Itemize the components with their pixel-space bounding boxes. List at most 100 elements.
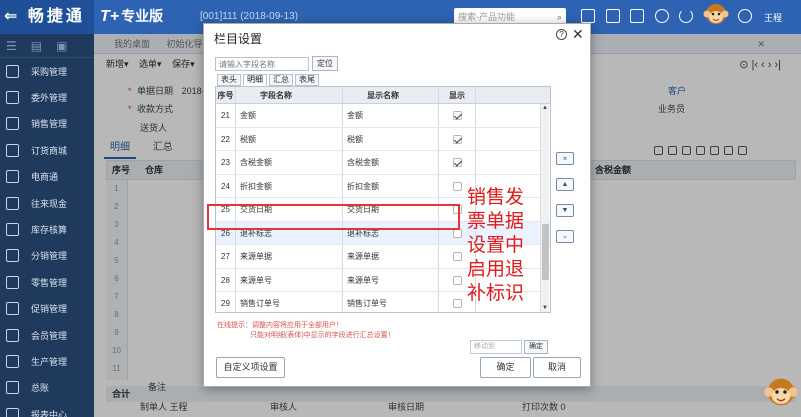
retail-icon: [6, 275, 19, 289]
product-name: T+ 专业版: [100, 6, 163, 26]
avatar[interactable]: [738, 9, 752, 23]
field-name: 销售订单号: [236, 292, 343, 312]
ok-button[interactable]: 确定: [480, 357, 531, 378]
monkey-mascot-icon[interactable]: [703, 2, 729, 32]
field-name: 含税金额: [236, 151, 343, 174]
locate-button[interactable]: 定位: [312, 56, 338, 71]
dialog-tabs: 表头 明细 汇总 表尾: [217, 74, 321, 86]
display-name[interactable]: 税额: [343, 127, 439, 150]
scroll-down-icon[interactable]: ▼: [542, 305, 548, 311]
move-up-button[interactable]: ▲: [556, 178, 574, 191]
window-icon[interactable]: ▣: [56, 39, 67, 53]
display-name[interactable]: 销售订单号: [343, 292, 439, 312]
show-checkbox[interactable]: [452, 275, 462, 285]
sidebar-item[interactable]: 零售管理: [0, 269, 94, 295]
sidebar: ☰ ▤ ▣ 采购管理委外管理销售管理订货商城电商通 往来现金库存核算分销管理零售管…: [0, 34, 94, 417]
display-name[interactable]: 来源单号: [343, 268, 439, 291]
document-icon[interactable]: ▤: [31, 39, 42, 53]
show-checkbox[interactable]: [452, 158, 462, 168]
phone-icon[interactable]: [679, 9, 693, 23]
help-icon[interactable]: ?: [556, 29, 567, 40]
tab-footer[interactable]: 表尾: [295, 74, 319, 86]
sidebar-item[interactable]: 销售管理: [0, 111, 94, 137]
user-name[interactable]: 王程: [764, 11, 782, 24]
sidebar-item[interactable]: 总账: [0, 375, 94, 401]
tab-header[interactable]: 表头: [217, 74, 241, 86]
sidebar-item[interactable]: 分销管理: [0, 243, 94, 269]
display-name[interactable]: 金额: [343, 104, 439, 127]
display-name[interactable]: 含税金额: [343, 151, 439, 174]
sidebar-item[interactable]: 库存核算: [0, 216, 94, 242]
sidebar-item[interactable]: 电商通: [0, 164, 94, 190]
highlight-box: [207, 204, 460, 230]
row-move-buttons: ⌅ ▲ ▼ ⌄: [556, 152, 574, 256]
show-cell: [439, 104, 476, 127]
show-checkbox[interactable]: [452, 299, 462, 309]
sidebar-item-label: 销售管理: [31, 119, 68, 130]
sidebar-item-label: 促销管理: [31, 304, 68, 315]
product-logo: T+: [100, 8, 120, 25]
calculator-icon[interactable]: [581, 9, 595, 23]
sidebar-item-label: 会员管理: [31, 330, 68, 341]
close-icon[interactable]: ✕: [572, 26, 584, 43]
show-checkbox[interactable]: [452, 252, 462, 262]
sidebar-item-label: 订货商城: [31, 145, 68, 156]
sales-icon: [6, 117, 19, 131]
column-settings-dialog: 栏目设置 ? ✕ 定位 表头 明细 汇总 表尾 序号 字段名称 显示名称 显示 …: [203, 23, 591, 387]
ledger-icon: [6, 381, 19, 395]
sidebar-item[interactable]: 促销管理: [0, 296, 94, 322]
move-bottom-button[interactable]: ⌄: [556, 230, 574, 243]
row-number: 21: [216, 104, 236, 127]
col-no-header: 序号: [216, 87, 236, 103]
sidebar-item[interactable]: 订货商城: [0, 137, 94, 163]
member-icon: [6, 328, 19, 342]
brand-name: 畅捷通: [27, 8, 85, 25]
show-checkbox[interactable]: [452, 134, 462, 144]
menu-icon[interactable]: ☰: [6, 39, 17, 53]
product-edition: 专业版: [121, 8, 164, 24]
table-scrollbar[interactable]: ▲ ▼: [540, 104, 549, 312]
scroll-up-icon[interactable]: ▲: [542, 105, 548, 111]
cancel-button[interactable]: 取消: [533, 357, 581, 378]
display-name[interactable]: 来源单据: [343, 245, 439, 268]
show-checkbox[interactable]: [452, 111, 462, 121]
dialog-title: 栏目设置: [214, 32, 263, 46]
sidebar-item-label: 总账: [31, 383, 50, 394]
account-info: [001]111 (2018-09-13): [200, 11, 299, 22]
sidebar-item[interactable]: 往来现金: [0, 190, 94, 216]
sidebar-item[interactable]: 会员管理: [0, 322, 94, 348]
sidebar-item-label: 采购管理: [31, 66, 68, 77]
sidebar-item-label: 报表中心: [31, 409, 68, 417]
move-top-button[interactable]: ⌅: [556, 152, 574, 165]
custom-item-settings-button[interactable]: 自定义项设置: [216, 357, 285, 378]
row-number: 28: [216, 268, 236, 291]
tab-summary[interactable]: 汇总: [269, 74, 293, 86]
sidebar-item[interactable]: 采购管理: [0, 58, 94, 84]
table-row[interactable]: 23 含税金额 含税金额: [216, 151, 550, 175]
monkey-assistant-icon[interactable]: [763, 376, 799, 416]
field-search-input[interactable]: [215, 57, 309, 71]
book-icon[interactable]: [606, 9, 620, 23]
tab-detail[interactable]: 明细: [243, 74, 267, 86]
table-row[interactable]: 22 税额 税额: [216, 127, 550, 151]
move-to-input[interactable]: 移动到: [470, 340, 522, 354]
scrollbar-thumb[interactable]: [542, 224, 549, 280]
move-down-button[interactable]: ▼: [556, 204, 574, 217]
show-checkbox[interactable]: [452, 228, 462, 238]
settings-icon[interactable]: [630, 9, 644, 23]
display-name[interactable]: 折扣金额: [343, 174, 439, 197]
sidebar-item[interactable]: 生产管理: [0, 348, 94, 374]
mall-icon: [6, 143, 19, 157]
move-confirm-button[interactable]: 确定: [524, 340, 548, 354]
sidebar-item[interactable]: 委外管理: [0, 84, 94, 110]
sidebar-item-label: 库存核算: [31, 225, 68, 236]
tip-line-2: 只能对明细(表体)中显示的字段进行汇总设置！: [250, 332, 395, 339]
brand-logo[interactable]: ⇐ 畅捷通: [0, 0, 94, 34]
row-number: 24: [216, 174, 236, 197]
table-row[interactable]: 21 金额 金额: [216, 104, 550, 128]
show-checkbox[interactable]: [452, 181, 462, 191]
sidebar-item-label: 零售管理: [31, 277, 68, 288]
message-icon[interactable]: [655, 9, 669, 23]
distribution-icon: [6, 249, 19, 263]
sidebar-item[interactable]: 报表中心: [0, 401, 94, 417]
